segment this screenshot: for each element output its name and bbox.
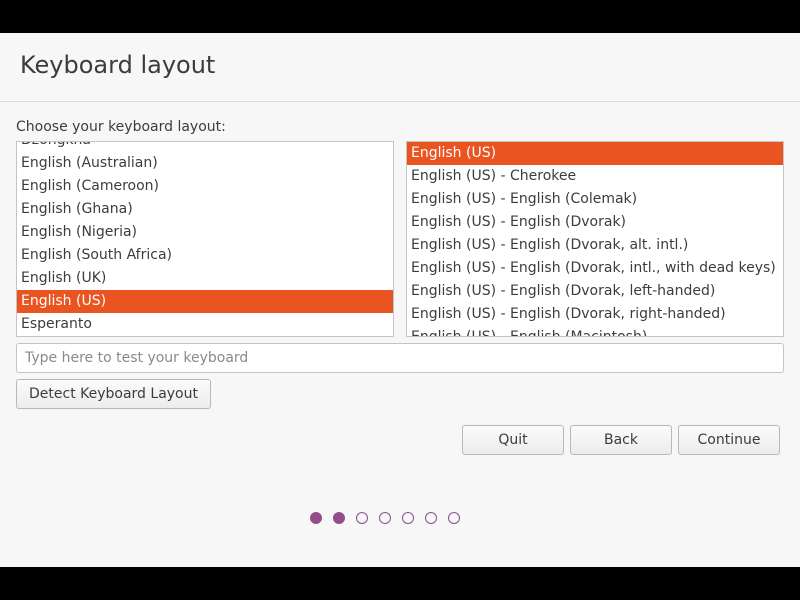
title-separator xyxy=(0,101,800,102)
detect-layout-button[interactable]: Detect Keyboard Layout xyxy=(16,379,211,409)
layout-list-item[interactable]: English (Australian) xyxy=(17,152,393,175)
page-title: Keyboard layout xyxy=(20,51,216,79)
layout-list[interactable]: DzongkhaEnglish (Australian)English (Cam… xyxy=(16,141,394,337)
progress-dot xyxy=(379,512,391,524)
variant-list-item[interactable]: English (US) - English (Dvorak, right-ha… xyxy=(407,303,783,326)
variant-list[interactable]: English (US) English (US) - Cherokee Engli… xyxy=(406,141,784,337)
layout-list-item[interactable]: English (Cameroon) xyxy=(17,175,393,198)
back-button[interactable]: Back xyxy=(570,425,672,455)
layout-list-item[interactable]: English (Ghana) xyxy=(17,198,393,221)
layout-list-item[interactable]: English (Nigeria) xyxy=(17,221,393,244)
layout-prompt: Choose your keyboard layout: xyxy=(16,119,226,135)
progress-dot xyxy=(310,512,322,524)
variant-list-item[interactable]: English (US) - English (Dvorak, intl., w… xyxy=(407,257,783,280)
continue-button[interactable]: Continue xyxy=(678,425,780,455)
variant-list-item[interactable]: English (US) - English (Dvorak, alt. int… xyxy=(407,234,783,257)
variant-list-item[interactable]: English (US) - Cherokee xyxy=(407,165,783,188)
layout-list-items: DzongkhaEnglish (Australian)English (Cam… xyxy=(17,142,393,336)
progress-dot xyxy=(356,512,368,524)
progress-dot xyxy=(448,512,460,524)
progress-dot xyxy=(425,512,437,524)
layout-list-item[interactable]: Esperanto xyxy=(17,313,393,336)
layout-list-item[interactable]: English (South Africa) xyxy=(17,244,393,267)
variant-list-item[interactable]: English (US) - English (Colemak) xyxy=(407,188,783,211)
installer-window: Keyboard layout Choose your keyboard lay… xyxy=(0,33,800,567)
layout-list-item[interactable]: English (US) xyxy=(17,290,393,313)
keyboard-test-input[interactable] xyxy=(16,343,784,373)
screen: Keyboard layout Choose your keyboard lay… xyxy=(0,0,800,600)
variant-list-item[interactable]: English (US) - English (Dvorak, left-han… xyxy=(407,280,783,303)
progress-dots xyxy=(310,512,460,528)
quit-button[interactable]: Quit xyxy=(462,425,564,455)
progress-dot xyxy=(402,512,414,524)
variant-list-items: English (US) English (US) - Cherokee Engli… xyxy=(407,142,783,336)
variant-list-item[interactable]: English (US) - English (Macintosh) xyxy=(407,326,783,336)
progress-dot xyxy=(333,512,345,524)
variant-list-item[interactable]: English (US) xyxy=(407,142,783,165)
layout-list-item[interactable]: English (UK) xyxy=(17,267,393,290)
layout-list-item[interactable]: Dzongkha xyxy=(17,142,393,152)
variant-list-item[interactable]: English (US) - English (Dvorak) xyxy=(407,211,783,234)
